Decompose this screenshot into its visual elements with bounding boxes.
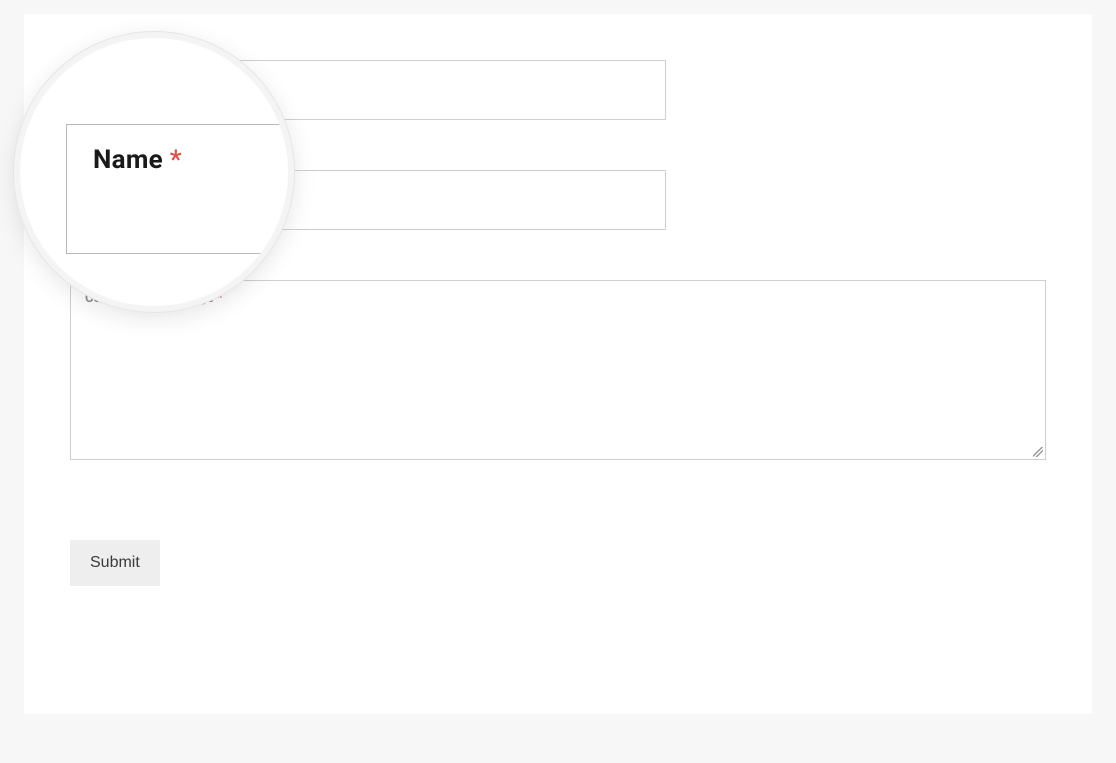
required-mark: * (170, 145, 182, 175)
submit-button[interactable]: Submit (70, 540, 160, 586)
message-textarea[interactable]: Comment or Message * (70, 280, 1046, 460)
magnified-name-label: Name * (93, 145, 182, 175)
magnified-name-input: Name * (66, 124, 294, 254)
message-field-group: Comment or Message * (70, 280, 1046, 460)
submit-wrap: Submit (70, 540, 1046, 586)
magnifier-lens: Name * (14, 32, 294, 312)
